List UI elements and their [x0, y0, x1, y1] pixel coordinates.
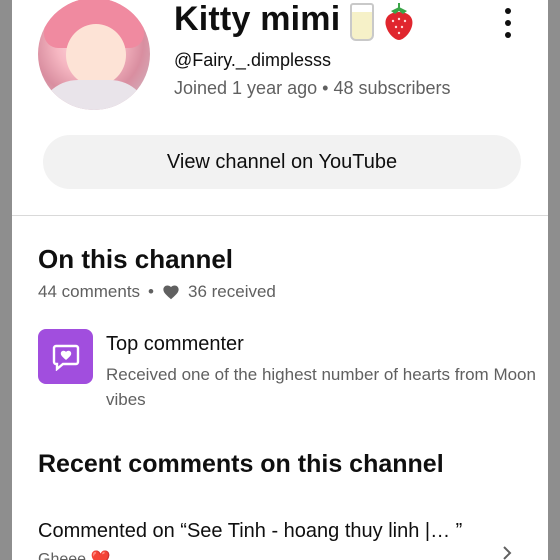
strawberry-icon — [385, 2, 413, 40]
subscriber-count: 48 subscribers — [333, 78, 451, 98]
badge-description: Received one of the highest number of he… — [106, 365, 536, 409]
heart-chat-glyph — [52, 344, 79, 371]
comment-video-link[interactable]: Commented on “See Tinh - hoang thuy linh… — [38, 520, 462, 543]
heart-icon — [163, 285, 179, 300]
more-vert-icon[interactable] — [496, 8, 520, 38]
on-channel-title: On this channel — [38, 244, 234, 274]
channel-meta: Joined 1 year ago • 48 subscribers — [174, 78, 451, 99]
channel-handle: @Fairy._.dimplesss — [174, 50, 331, 70]
stats-separator: • — [148, 282, 154, 301]
avatar[interactable] — [38, 0, 150, 110]
comment-count: 44 comments — [38, 282, 141, 301]
channel-name-text: Kitty mimi — [174, 0, 341, 38]
heart-chat-icon — [38, 329, 93, 384]
channel-header: Kitty mimi @Fairy._.dimplesss Joined 1 y… — [12, 0, 548, 216]
divider — [12, 215, 548, 216]
channel-sheet: Kitty mimi @Fairy._.dimplesss Joined 1 y… — [12, 0, 548, 560]
joined-date: Joined 1 year ago — [174, 78, 318, 98]
hearts-received: 36 received — [188, 282, 276, 301]
milk-glass-icon — [346, 1, 413, 41]
badge-title: Top commenter — [106, 333, 244, 355]
avatar-face — [66, 24, 126, 86]
avatar-shirt — [38, 80, 150, 110]
channel-stats: 44 comments • 36 received — [38, 282, 276, 302]
more-dot — [505, 8, 511, 14]
milk-glass-shape — [350, 2, 375, 41]
channel-name: Kitty mimi — [174, 0, 413, 41]
meta-separator: • — [322, 78, 329, 98]
chevron-right-icon[interactable] — [500, 546, 514, 560]
view-channel-button[interactable]: View channel on YouTube — [43, 135, 521, 189]
recent-comments-title: Recent comments on this channel — [38, 450, 444, 478]
more-dot — [505, 32, 511, 38]
more-dot — [505, 20, 511, 26]
comment-snippet: Gheee ❤️ — [38, 551, 111, 560]
